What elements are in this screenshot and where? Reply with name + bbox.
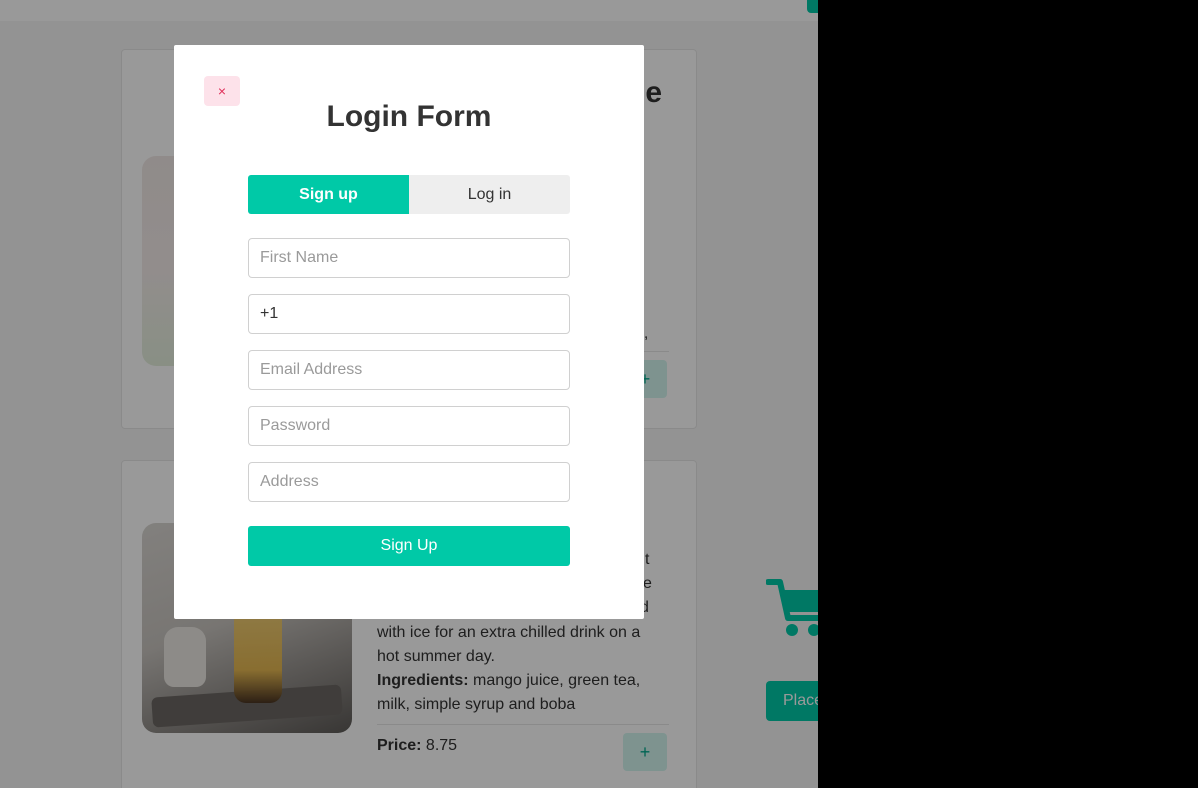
- email-field[interactable]: [248, 350, 570, 390]
- modal-title: Login Form: [326, 100, 492, 133]
- browser-viewport: e y e, + t e d with ice for an extra chi…: [0, 0, 818, 788]
- login-modal: × Login Form Sign up Log in Sign Up: [174, 45, 644, 619]
- phone-field[interactable]: [248, 294, 570, 334]
- tab-sign-up[interactable]: Sign up: [248, 175, 409, 214]
- tab-log-in[interactable]: Log in: [409, 175, 570, 214]
- first-name-field[interactable]: [248, 238, 570, 278]
- sign-up-button[interactable]: Sign Up: [248, 526, 570, 566]
- auth-tabs: Sign up Log in: [248, 175, 570, 214]
- address-field[interactable]: [248, 462, 570, 502]
- password-field[interactable]: [248, 406, 570, 446]
